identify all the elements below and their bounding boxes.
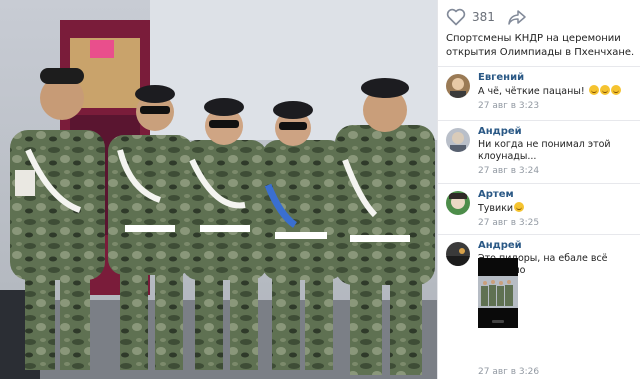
avatar-image	[446, 191, 470, 215]
comment-image-attachment[interactable]	[478, 258, 518, 328]
comment-date: 27 авг в 3:23	[478, 100, 640, 112]
comment-date: 27 авг в 3:26	[478, 366, 539, 378]
comment-body: Евгений А чё, чёткие пацаны! 27 авг в 3:…	[478, 72, 640, 112]
comment-date-link[interactable]: 27 авг в 3:24	[478, 166, 539, 176]
avatar-image	[446, 128, 470, 152]
comment-item: Андрей Ни когда не понимал этой клоунады…	[446, 126, 638, 182]
divider	[438, 234, 640, 235]
comment-date-link[interactable]: 27 авг в 3:25	[478, 218, 539, 228]
comment-date: 27 авг в 3:25	[478, 217, 640, 229]
divider	[438, 183, 640, 184]
comment-author[interactable]: Андрей	[478, 126, 640, 138]
avatar[interactable]	[446, 191, 470, 215]
avatar-image	[446, 74, 470, 98]
comment-body: Артем Тувики 27 авг в 3:25	[478, 189, 640, 229]
post-photo[interactable]	[0, 0, 437, 379]
comment-text-value: А чё, чёткие пацаны!	[478, 86, 585, 97]
comment-item: Артем Тувики 27 авг в 3:25	[446, 189, 638, 233]
comment-text-value: Тувики	[478, 203, 514, 214]
comment-item: Евгений А чё, чёткие пацаны! 27 авг в 3:…	[446, 72, 638, 118]
smiley-face-icon	[588, 85, 599, 95]
comment-item: Андрей Это пидоры, на ебале всё написано…	[446, 240, 640, 378]
avatar[interactable]	[446, 242, 470, 266]
comment-text: А чё, чёткие пацаны!	[478, 85, 640, 98]
divider	[438, 120, 640, 121]
post-actions: 381	[446, 7, 527, 27]
comment-date-link[interactable]: 27 авг в 3:23	[478, 101, 539, 111]
photo-image	[0, 0, 437, 379]
smiley-face-icon	[599, 85, 610, 95]
comment-body: Андрей Ни когда не понимал этой клоунады…	[478, 126, 640, 177]
post-sidebar: 381 Спортсмены КНДР на церемонии открыти…	[437, 0, 640, 379]
comment-author[interactable]: Евгений	[478, 72, 640, 84]
share-arrow-icon[interactable]	[507, 8, 527, 26]
attachment-image	[478, 258, 518, 328]
smiley-face-icon	[610, 85, 621, 95]
smiley-face-icon	[514, 202, 525, 212]
avatar[interactable]	[446, 74, 470, 98]
avatar[interactable]	[446, 128, 470, 152]
avatar-image	[446, 242, 470, 266]
divider	[438, 66, 640, 67]
like-count: 381	[472, 10, 495, 24]
comment-text: Тувики	[478, 202, 640, 215]
comment-date: 27 авг в 3:24	[478, 165, 640, 177]
comment-author[interactable]: Андрей	[478, 240, 640, 252]
heart-icon[interactable]	[446, 8, 466, 26]
comment-date-link[interactable]: 27 авг в 3:26	[478, 367, 539, 377]
post-caption: Спортсмены КНДР на церемонии открытия Ол…	[446, 33, 635, 58]
comment-author[interactable]: Артем	[478, 189, 640, 201]
comment-text: Ни когда не понимал этой клоунады...	[478, 139, 611, 162]
